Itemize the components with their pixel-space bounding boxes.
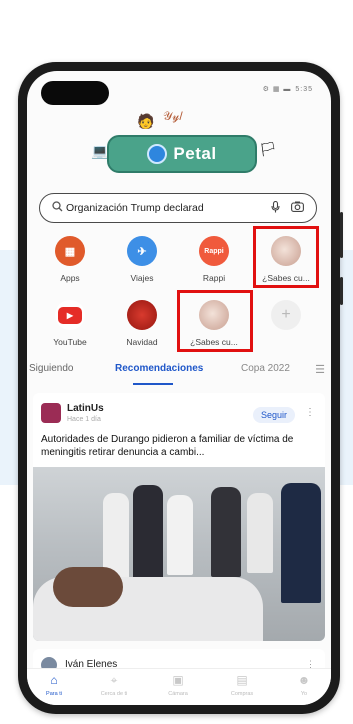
profile-icon: ☻ — [297, 673, 311, 687]
status-bar: ⚙ ▦ ▬ 5:35 — [27, 71, 331, 105]
shortcut-label: Apps — [60, 273, 80, 283]
status-icons: ⚙ ▦ ▬ 5:35 — [263, 85, 313, 93]
nav-yo[interactable]: ☻ Yo — [279, 673, 329, 697]
shortcut-youtube[interactable]: ▶ YouTube — [41, 300, 99, 347]
tabs-menu-icon[interactable]: ☰ — [315, 363, 325, 376]
doodle-logo[interactable]: 🧑 𝒴𝓎/ 💻 🏳 Petal — [27, 107, 331, 181]
nav-label: Yo — [300, 691, 308, 697]
phone-frame: ⚙ ▦ ▬ 5:35 🧑 𝒴𝓎/ 💻 🏳 Petal Organización T… — [18, 62, 343, 714]
flag-figure-icon: 🏳 — [259, 141, 277, 157]
photo-figure — [247, 493, 273, 573]
shortcut-navidad[interactable]: Navidad — [113, 300, 171, 347]
shortcut-add[interactable]: + — [257, 300, 315, 330]
power-key — [340, 277, 343, 305]
apps-icon: ▦ — [55, 236, 85, 266]
logo-banner: Petal — [107, 135, 257, 173]
plane-icon: ✈ — [127, 236, 157, 266]
source-avatar — [41, 403, 61, 423]
phone-screen: ⚙ ▦ ▬ 5:35 🧑 𝒴𝓎/ 💻 🏳 Petal Organización T… — [27, 71, 331, 705]
news-source: LatinUs Hace 1 día — [41, 403, 104, 423]
shortcut-rappi[interactable]: Rappi Rappi — [185, 236, 243, 283]
follow-button[interactable]: Seguir — [252, 407, 295, 423]
news-headline[interactable]: Autoridades de Durango pidieron a famili… — [41, 433, 317, 459]
person-figure-icon: 🧑 — [137, 113, 155, 129]
highlight-box-2 — [177, 290, 253, 352]
post-time: Hace 1 día — [67, 416, 101, 423]
nav-label: Cámara — [168, 691, 188, 697]
highlight-box-1 — [253, 226, 319, 288]
nav-label: Para ti — [46, 691, 62, 697]
home-icon: ⌂ — [50, 673, 58, 687]
photo-figure — [211, 487, 241, 577]
photo-figure — [281, 483, 321, 603]
microphone-icon[interactable] — [264, 200, 286, 216]
active-tab-indicator — [133, 383, 173, 385]
location-icon: ⌖ — [110, 673, 118, 687]
shortcut-label: Navidad — [126, 337, 158, 347]
search-query[interactable]: Organización Trump declarad — [66, 202, 264, 214]
bottom-nav: ⌂ Para ti ⌖ Cerca de ti ▣ Cámara ▤ Compr… — [27, 668, 331, 705]
nav-cerca-de-ti[interactable]: ⌖ Cerca de ti — [89, 673, 139, 697]
tab-siguiendo[interactable]: Siguiendo — [29, 363, 73, 374]
more-options-icon[interactable]: ⋮ — [305, 407, 315, 418]
photo-patient — [53, 567, 123, 607]
petal-logo-icon — [147, 144, 168, 164]
nav-compras[interactable]: ▤ Compras — [217, 673, 267, 697]
laptop-figure-icon: 💻 — [91, 143, 109, 159]
tab-copa[interactable]: Copa 2022 — [241, 363, 290, 374]
photo-figure — [167, 495, 193, 575]
camera-icon: ▣ — [172, 673, 184, 687]
status-icons-glyphs: ⚙ ▦ ▬ — [262, 86, 292, 93]
youtube-icon: ▶ — [55, 300, 85, 330]
news-card[interactable]: LatinUs Hace 1 día Seguir ⋮ Autoridades … — [33, 393, 325, 641]
logo-text: Petal — [173, 144, 217, 163]
shortcut-apps[interactable]: ▦ Apps — [41, 236, 99, 283]
christmas-icon — [127, 300, 157, 330]
news-photo[interactable] — [33, 467, 325, 641]
feed-tabs: Siguiendo Recomendaciones Copa 2022 ☰ — [27, 363, 331, 385]
status-time: 5:35 — [295, 86, 313, 93]
shortcut-viajes[interactable]: ✈ Viajes — [113, 236, 171, 283]
antlers-icon: 𝒴𝓎/ — [163, 109, 183, 123]
source-name: LatinUs — [67, 403, 104, 414]
volume-key — [340, 212, 343, 258]
photo-figure — [133, 485, 163, 581]
search-bar[interactable]: Organización Trump declarad — [39, 193, 317, 223]
search-icon — [48, 201, 66, 215]
nav-label: Cerca de ti — [100, 691, 128, 697]
nav-camara[interactable]: ▣ Cámara — [153, 673, 203, 697]
tab-recomendaciones[interactable]: Recomendaciones — [115, 363, 203, 374]
nav-para-ti[interactable]: ⌂ Para ti — [29, 673, 79, 697]
nav-label: Compras — [230, 691, 254, 697]
add-icon: + — [271, 300, 301, 330]
rappi-logo: Rappi — [199, 236, 229, 266]
shortcut-label: YouTube — [53, 337, 87, 347]
camera-search-icon[interactable] — [286, 201, 308, 215]
youtube-play-glyph: ▶ — [58, 306, 82, 324]
shortcut-label: Rappi — [202, 273, 226, 283]
shortcut-label: Viajes — [130, 273, 154, 283]
shopping-icon: ▤ — [236, 673, 248, 687]
front-camera — [41, 81, 109, 105]
